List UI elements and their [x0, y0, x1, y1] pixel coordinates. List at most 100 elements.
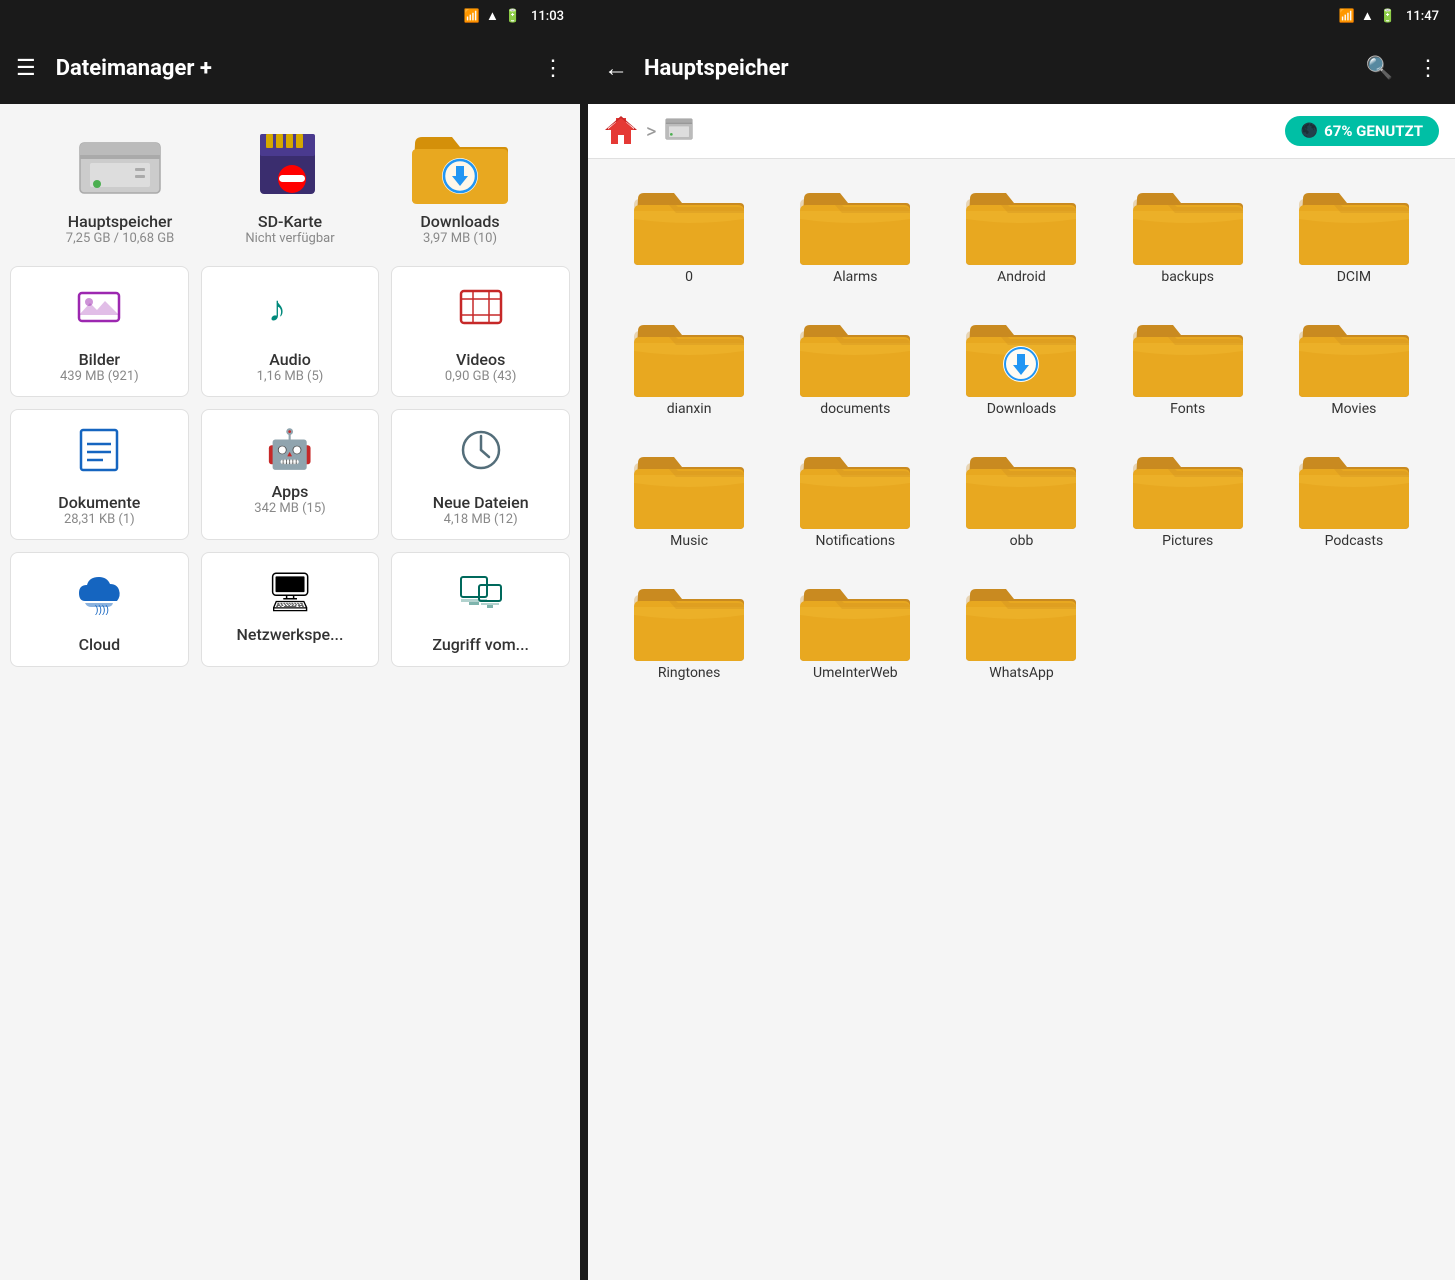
breadcrumb-home[interactable] [604, 114, 638, 148]
folder-item-android[interactable]: Android [940, 169, 1102, 293]
folder-item-ringtones[interactable]: Ringtones [608, 565, 770, 689]
left-panel: 📶 ▲ 🔋 11:03 ☰ Dateimanager + ⋮ [0, 0, 580, 1280]
netzwerkspe-icon: 🖥 [266, 571, 314, 615]
folder-icon-pictures [1133, 441, 1243, 529]
category-cloud[interactable]: )))) Cloud [10, 552, 189, 667]
folder-icon-obb [966, 441, 1076, 529]
category-neue-dateien[interactable]: Neue Dateien 4,18 MB (12) [391, 409, 570, 540]
folder-name-obb: obb [1010, 533, 1034, 549]
left-status-bar: 📶 ▲ 🔋 11:03 [0, 0, 580, 32]
right-app-bar: ← Hauptspeicher 🔍 ⋮ [588, 32, 1455, 104]
hdd-breadcrumb-icon [664, 116, 694, 142]
folder-name-backups: backups [1161, 269, 1214, 285]
left-content: Hauptspeicher 7,25 GB / 10,68 GB [0, 104, 580, 1280]
dokumente-name: Dokumente [58, 493, 140, 512]
sd-karte-info: Nicht verfügbar [245, 231, 334, 246]
folder-name-dianxin: dianxin [667, 401, 712, 417]
folder-icon-fonts [1133, 309, 1243, 397]
category-netzwerkspe[interactable]: 🖥 Netzwerkspe... [201, 552, 380, 667]
back-button[interactable]: ← [604, 54, 628, 83]
dokumente-icon [77, 428, 121, 483]
folder-name-movies: Movies [1331, 401, 1376, 417]
folder-item-backups[interactable]: backups [1107, 169, 1269, 293]
dokumente-info: 28,31 KB (1) [64, 512, 135, 527]
folder-item-notifications[interactable]: Notifications [774, 433, 936, 557]
folder-name-music: Music [670, 533, 708, 549]
more-menu-icon[interactable]: ⋮ [542, 56, 564, 81]
bilder-info: 439 MB (921) [60, 369, 139, 384]
folder-icon-documents [800, 309, 910, 397]
folder-item-documents[interactable]: documents [774, 301, 936, 425]
battery-icon: 🔋 [505, 9, 521, 24]
category-dokumente[interactable]: Dokumente 28,31 KB (1) [10, 409, 189, 540]
right-wifi-icon: ▲ [1361, 8, 1374, 24]
folder-item-alarms[interactable]: Alarms [774, 169, 936, 293]
panel-divider [580, 0, 588, 1280]
category-audio[interactable]: ♪ Audio 1,16 MB (5) [201, 266, 380, 397]
folder-item-obb[interactable]: obb [940, 433, 1102, 557]
folder-name-notifications: Notifications [815, 533, 895, 549]
folder-name-pictures: Pictures [1162, 533, 1213, 549]
folder-icon-umeinterweb [800, 573, 910, 661]
folder-name-whatsapp: WhatsApp [989, 665, 1053, 681]
folder-item-0[interactable]: 0 [608, 169, 770, 293]
folder-name-alarms: Alarms [833, 269, 877, 285]
folder-item-dianxin[interactable]: dianxin [608, 301, 770, 425]
category-videos[interactable]: Videos 0,90 GB (43) [391, 266, 570, 397]
folder-name-umeinterweb: UmeInterWeb [813, 665, 898, 681]
folder-item-podcasts[interactable]: Podcasts [1273, 433, 1435, 557]
signal-icon: 📶 [464, 9, 480, 24]
file-grid: 0 Alarms Android [588, 159, 1455, 1280]
downloads-info: 3,97 MB (10) [423, 231, 497, 246]
breadcrumb-bar: > 🌑 67% GENUTZT [588, 104, 1455, 159]
folder-icon-whatsapp [966, 573, 1076, 661]
right-signal-icon: 📶 [1339, 9, 1355, 24]
folder-item-music[interactable]: Music [608, 433, 770, 557]
breadcrumb-separator: > [646, 119, 656, 143]
category-apps[interactable]: 🤖 Apps 342 MB (15) [201, 409, 380, 540]
folder-icon-notifications [800, 441, 910, 529]
storage-badge: 🌑 67% GENUTZT [1285, 116, 1439, 146]
folder-item-whatsapp[interactable]: WhatsApp [940, 565, 1102, 689]
neue-dateien-icon [459, 428, 503, 483]
category-bilder[interactable]: Bilder 439 MB (921) [10, 266, 189, 397]
audio-icon: ♪ [268, 285, 312, 340]
search-button[interactable]: 🔍 [1366, 56, 1393, 81]
storage-downloads[interactable]: Downloads 3,97 MB (10) [380, 124, 540, 246]
folder-name-podcasts: Podcasts [1325, 533, 1384, 549]
folder-item-fonts[interactable]: Fonts [1107, 301, 1269, 425]
svg-text:♪: ♪ [268, 288, 286, 329]
folder-icon-dianxin [634, 309, 744, 397]
cloud-name: Cloud [79, 635, 121, 654]
downloads-svg-icon [410, 119, 510, 209]
folder-name-downloads-folder: Downloads [987, 401, 1057, 417]
bilder-name: Bilder [79, 350, 121, 369]
apps-name: Apps [272, 482, 309, 501]
folder-item-downloads-folder[interactable]: Downloads [940, 301, 1102, 425]
folder-icon-music [634, 441, 744, 529]
hauptspeicher-icon [70, 124, 170, 204]
right-more-button[interactable]: ⋮ [1417, 56, 1439, 81]
storage-sd-karte[interactable]: SD-Karte Nicht verfügbar [210, 124, 370, 246]
audio-name: Audio [269, 350, 311, 369]
menu-icon[interactable]: ☰ [16, 56, 36, 81]
folder-icon-dcim [1299, 177, 1409, 265]
videos-info: 0,90 GB (43) [445, 369, 516, 384]
storage-hauptspeicher[interactable]: Hauptspeicher 7,25 GB / 10,68 GB [40, 124, 200, 246]
folder-name-ringtones: Ringtones [658, 665, 720, 681]
category-zugriff-vom[interactable]: Zugriff vom... [391, 552, 570, 667]
folder-item-movies[interactable]: Movies [1273, 301, 1435, 425]
svg-text:)))): )))) [95, 604, 109, 615]
breadcrumb-storage[interactable] [664, 116, 694, 146]
audio-info: 1,16 MB (5) [257, 369, 324, 384]
folder-name-fonts: Fonts [1170, 401, 1205, 417]
sd-card-svg [250, 124, 330, 204]
folder-icon-backups [1133, 177, 1243, 265]
folder-item-pictures[interactable]: Pictures [1107, 433, 1269, 557]
hauptspeicher-info: 7,25 GB / 10,68 GB [66, 231, 174, 246]
apps-icon: 🤖 [266, 428, 313, 472]
folder-name-dcim: DCIM [1337, 269, 1371, 285]
folder-item-dcim[interactable]: DCIM [1273, 169, 1435, 293]
folder-item-umeinterweb[interactable]: UmeInterWeb [774, 565, 936, 689]
app-title: Dateimanager + [56, 56, 522, 81]
